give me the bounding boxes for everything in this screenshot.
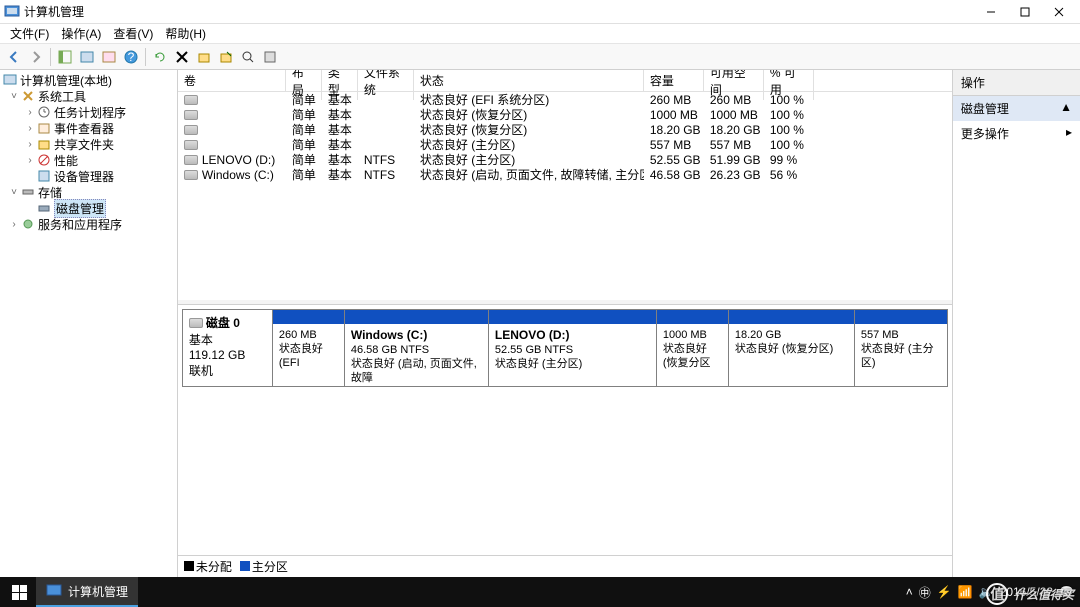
- tb-refresh-icon[interactable]: [150, 47, 170, 67]
- partition[interactable]: 557 MB状态良好 (主分区): [855, 310, 947, 386]
- watermark: 值 什么值得买: [986, 582, 1074, 605]
- disk-map: 磁盘 0 基本 119.12 GB 联机 260 MB状态良好 (EFIWind…: [178, 304, 952, 555]
- volume-row[interactable]: 简单基本状态良好 (主分区)557 MB557 MB100 %: [178, 137, 952, 152]
- tb-icon-8[interactable]: [216, 47, 236, 67]
- tray-ime-icon[interactable]: ㊥: [919, 584, 931, 601]
- menu-file[interactable]: 文件(F): [4, 25, 55, 42]
- tb-properties-icon[interactable]: [77, 47, 97, 67]
- legend-primary: 主分区: [252, 560, 288, 574]
- disk-row[interactable]: 磁盘 0 基本 119.12 GB 联机 260 MB状态良好 (EFIWind…: [182, 309, 948, 387]
- col-volume[interactable]: 卷: [178, 70, 286, 91]
- menu-view[interactable]: 查看(V): [107, 25, 159, 42]
- app-icon: [4, 4, 20, 20]
- partition[interactable]: Windows (C:)46.58 GB NTFS状态良好 (启动, 页面文件,…: [345, 310, 489, 386]
- col-capacity[interactable]: 容量: [644, 70, 704, 91]
- storage-icon: [20, 184, 36, 200]
- volume-row[interactable]: 简单基本状态良好 (恢复分区)18.20 GB18.20 GB100 %: [178, 122, 952, 137]
- volume-row[interactable]: 简单基本状态良好 (恢复分区)1000 MB1000 MB100 %: [178, 107, 952, 122]
- collapse-icon[interactable]: ˅: [8, 187, 20, 198]
- tree-devmgr[interactable]: 设备管理器: [54, 168, 114, 185]
- disk-icon: [189, 318, 203, 328]
- computer-icon: [2, 72, 18, 88]
- center-pane: 卷 布局 类型 文件系统 状态 容量 可用空间 % 可用 简单基本状态良好 (E…: [178, 70, 952, 577]
- actions-pane: 操作 磁盘管理▲ 更多操作▸: [952, 70, 1080, 577]
- tree-systools[interactable]: 系统工具: [38, 88, 86, 105]
- tree-tasksched[interactable]: 任务计划程序: [54, 104, 126, 121]
- actions-section[interactable]: 磁盘管理▲: [953, 96, 1080, 121]
- clock-icon: [36, 104, 52, 120]
- nav-back-button[interactable]: [4, 47, 24, 67]
- disk-status: 联机: [189, 362, 266, 379]
- expand-icon[interactable]: ›: [24, 139, 36, 150]
- svg-text:?: ?: [128, 50, 135, 64]
- perf-icon: [36, 152, 52, 168]
- window-title: 计算机管理: [24, 3, 974, 20]
- volume-row[interactable]: LENOVO (D:)简单基本NTFS状态良好 (主分区)52.55 GB51.…: [178, 152, 952, 167]
- tray-wifi-icon[interactable]: 📶: [958, 585, 973, 599]
- nav-tree[interactable]: 计算机管理(本地) ˅ 系统工具 › 任务计划程序 › 事件查看器 › 共享文件夹 › 性…: [0, 70, 178, 577]
- partition[interactable]: 260 MB状态良好 (EFI: [273, 310, 345, 386]
- tray-up-icon[interactable]: ˄: [906, 585, 913, 599]
- disk-size: 119.12 GB: [189, 348, 266, 362]
- volume-row[interactable]: 简单基本状态良好 (EFI 系统分区)260 MB260 MB100 %: [178, 92, 952, 107]
- arrow-right-icon: ▸: [1066, 125, 1072, 142]
- partition[interactable]: 18.20 GB状态良好 (恢复分区): [729, 310, 855, 386]
- legend: 未分配 主分区: [178, 555, 952, 577]
- services-icon: [20, 216, 36, 232]
- device-icon: [36, 168, 52, 184]
- disk-name: 磁盘 0: [206, 314, 240, 331]
- partition[interactable]: 1000 MB状态良好 (恢复分区: [657, 310, 729, 386]
- disk-type: 基本: [189, 331, 266, 348]
- actions-more[interactable]: 更多操作▸: [953, 121, 1080, 146]
- disk-icon: [36, 200, 52, 216]
- volume-header: 卷 布局 类型 文件系统 状态 容量 可用空间 % 可用: [178, 70, 952, 92]
- taskbar-app[interactable]: 计算机管理: [36, 577, 138, 607]
- toolbar: ?: [0, 44, 1080, 70]
- tb-show-hide-tree-icon[interactable]: [55, 47, 75, 67]
- tree-eventviewer[interactable]: 事件查看器: [54, 120, 114, 137]
- tree-root[interactable]: 计算机管理(本地): [20, 72, 112, 89]
- actions-header: 操作: [953, 70, 1080, 96]
- volume-list[interactable]: 卷 布局 类型 文件系统 状态 容量 可用空间 % 可用 简单基本状态良好 (E…: [178, 70, 952, 304]
- tree-shared[interactable]: 共享文件夹: [54, 136, 114, 153]
- taskbar-app-label: 计算机管理: [68, 583, 128, 600]
- col-fs[interactable]: 文件系统: [358, 70, 414, 100]
- menu-action[interactable]: 操作(A): [55, 25, 107, 42]
- tb-help-icon[interactable]: ?: [121, 47, 141, 67]
- expand-icon[interactable]: ›: [8, 219, 20, 230]
- collapse-icon[interactable]: ˅: [8, 91, 20, 102]
- legend-unalloc: 未分配: [196, 560, 232, 574]
- tree-perf[interactable]: 性能: [54, 152, 78, 169]
- event-icon: [36, 120, 52, 136]
- taskbar: 计算机管理 ˄ ㊥ ⚡ 📶 🔈 2016/5/22 💬 值 什么值得买: [0, 577, 1080, 607]
- tray-power-icon[interactable]: ⚡: [937, 585, 952, 599]
- tb-zoom-icon[interactable]: [238, 47, 258, 67]
- collapse-icon: ▲: [1060, 100, 1072, 117]
- tree-services[interactable]: 服务和应用程序: [38, 216, 122, 233]
- expand-icon[interactable]: ›: [24, 107, 36, 118]
- maximize-button[interactable]: [1008, 1, 1042, 23]
- tb-icon-3[interactable]: [99, 47, 119, 67]
- menubar: 文件(F) 操作(A) 查看(V) 帮助(H): [0, 24, 1080, 44]
- col-status[interactable]: 状态: [414, 70, 644, 91]
- tb-icon-7[interactable]: [194, 47, 214, 67]
- minimize-button[interactable]: [974, 1, 1008, 23]
- titlebar: 计算机管理: [0, 0, 1080, 24]
- close-button[interactable]: [1042, 1, 1076, 23]
- legend-unalloc-box: [184, 561, 194, 571]
- main-area: 计算机管理(本地) ˅ 系统工具 › 任务计划程序 › 事件查看器 › 共享文件夹 › 性…: [0, 70, 1080, 577]
- expand-icon[interactable]: ›: [24, 123, 36, 134]
- start-button[interactable]: [6, 585, 32, 600]
- volume-row[interactable]: Windows (C:)简单基本NTFS状态良好 (启动, 页面文件, 故障转储…: [178, 167, 952, 182]
- expand-icon[interactable]: ›: [24, 155, 36, 166]
- tb-delete-icon[interactable]: [172, 47, 192, 67]
- partition[interactable]: LENOVO (D:)52.55 GB NTFS状态良好 (主分区): [489, 310, 657, 386]
- legend-primary-box: [240, 561, 250, 571]
- menu-help[interactable]: 帮助(H): [159, 25, 212, 42]
- tb-settings-icon[interactable]: [260, 47, 280, 67]
- disk-info: 磁盘 0 基本 119.12 GB 联机: [183, 310, 273, 386]
- nav-fwd-button[interactable]: [26, 47, 46, 67]
- tools-icon: [20, 88, 36, 104]
- folder-share-icon: [36, 136, 52, 152]
